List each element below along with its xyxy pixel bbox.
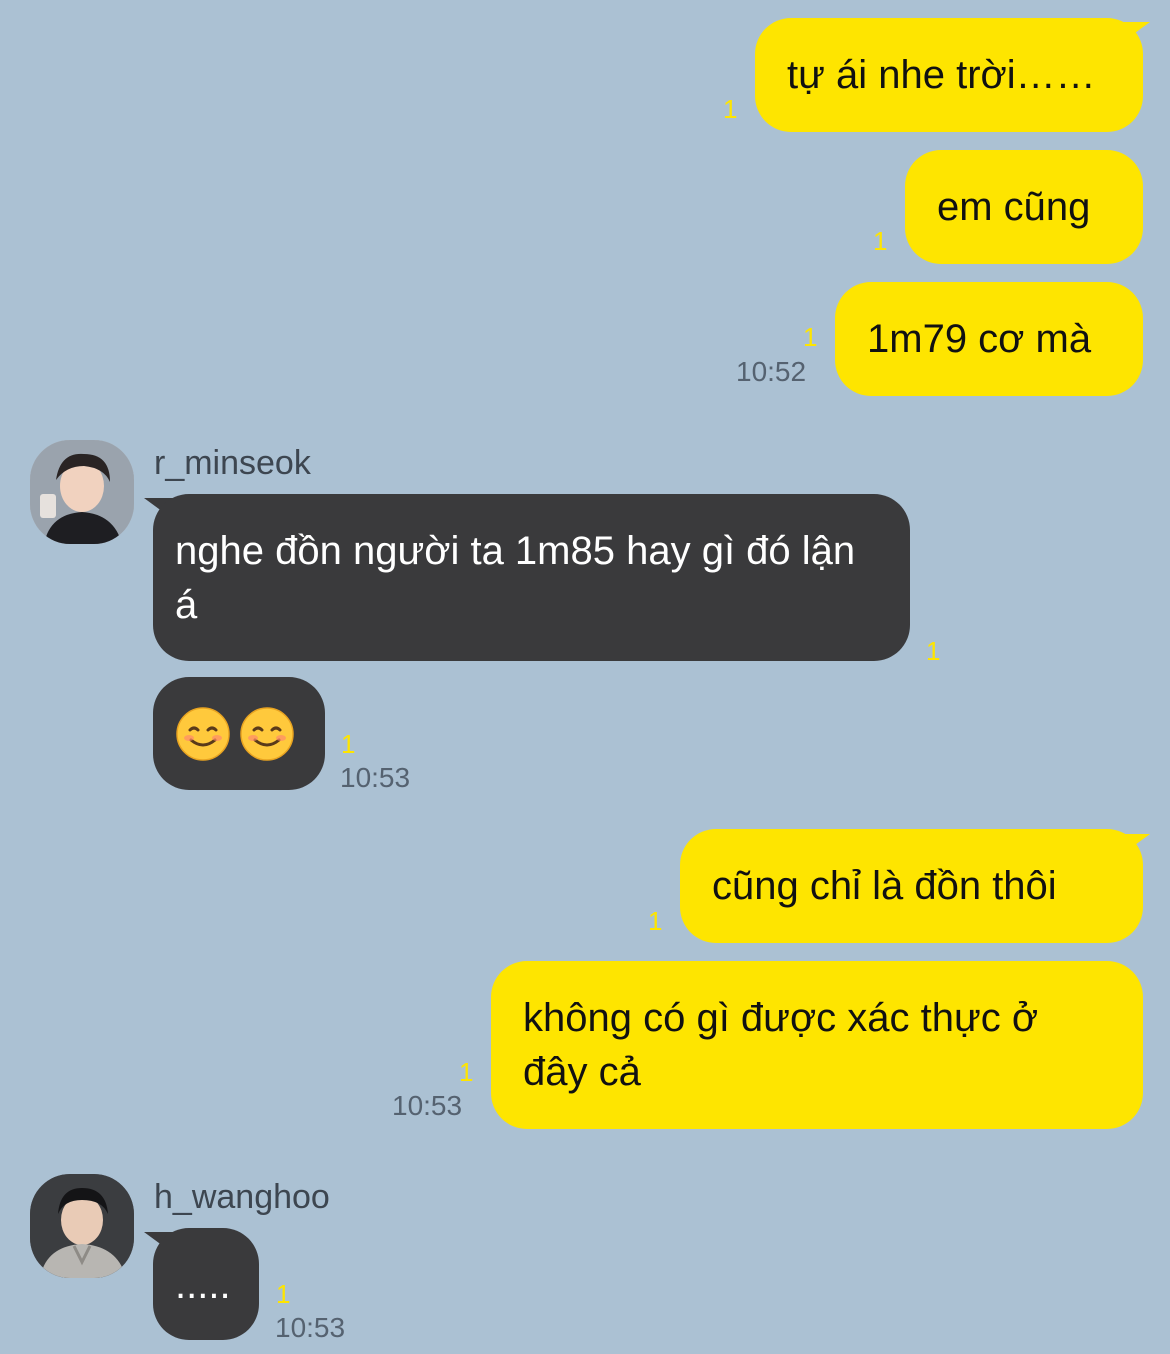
message-bubble-sent[interactable]: cũng chỉ là đồn thôi	[680, 829, 1143, 943]
avatar-image	[30, 1174, 134, 1278]
read-count: 1	[648, 906, 663, 936]
message-text: nghe đồn người ta 1m85 hay gì đó lận á	[175, 529, 856, 627]
message-timestamp: 10:53	[275, 1312, 346, 1343]
message-text: 1m79 cơ mà	[867, 317, 1092, 361]
message-timestamp: 10:53	[392, 1090, 463, 1121]
message-bubble-sent[interactable]: tự ái nhe trời……	[755, 18, 1143, 132]
message-timestamp: 10:52	[736, 356, 807, 387]
read-count: 1	[276, 1279, 291, 1309]
sender-name: r_minseok	[154, 444, 311, 482]
message-bubble-received[interactable]: .....	[153, 1228, 259, 1340]
message-text: tự ái nhe trời……	[787, 53, 1096, 97]
user-avatar-icon[interactable]	[30, 440, 134, 544]
message-text: không có gì được xác thực ở đây cả	[523, 996, 1039, 1094]
read-count: 1	[873, 226, 888, 256]
smiling-face-emoji	[176, 707, 230, 761]
read-count: 1	[459, 1057, 474, 1087]
read-count: 1	[341, 729, 356, 759]
message-timestamp: 10:53	[340, 762, 411, 793]
message-text: .....	[175, 1263, 231, 1307]
avatar-image	[30, 440, 134, 544]
sender-name: h_wanghoo	[154, 1178, 330, 1216]
message-bubble-sent[interactable]: 1m79 cơ mà	[835, 282, 1143, 396]
read-count: 1	[926, 636, 941, 666]
read-count: 1	[803, 322, 818, 352]
message-bubble-received[interactable]	[153, 677, 325, 790]
message-text: cũng chỉ là đồn thôi	[712, 864, 1057, 908]
message-bubble-sent[interactable]: em cũng	[905, 150, 1143, 264]
message-bubble-received[interactable]: nghe đồn người ta 1m85 hay gì đó lận á	[153, 494, 910, 661]
read-count: 1	[723, 94, 738, 124]
message-bubble-sent[interactable]: không có gì được xác thực ở đây cả	[491, 961, 1143, 1129]
smiling-face-emoji	[240, 707, 294, 761]
message-text: em cũng	[937, 185, 1091, 229]
user-avatar-icon[interactable]	[30, 1174, 134, 1278]
